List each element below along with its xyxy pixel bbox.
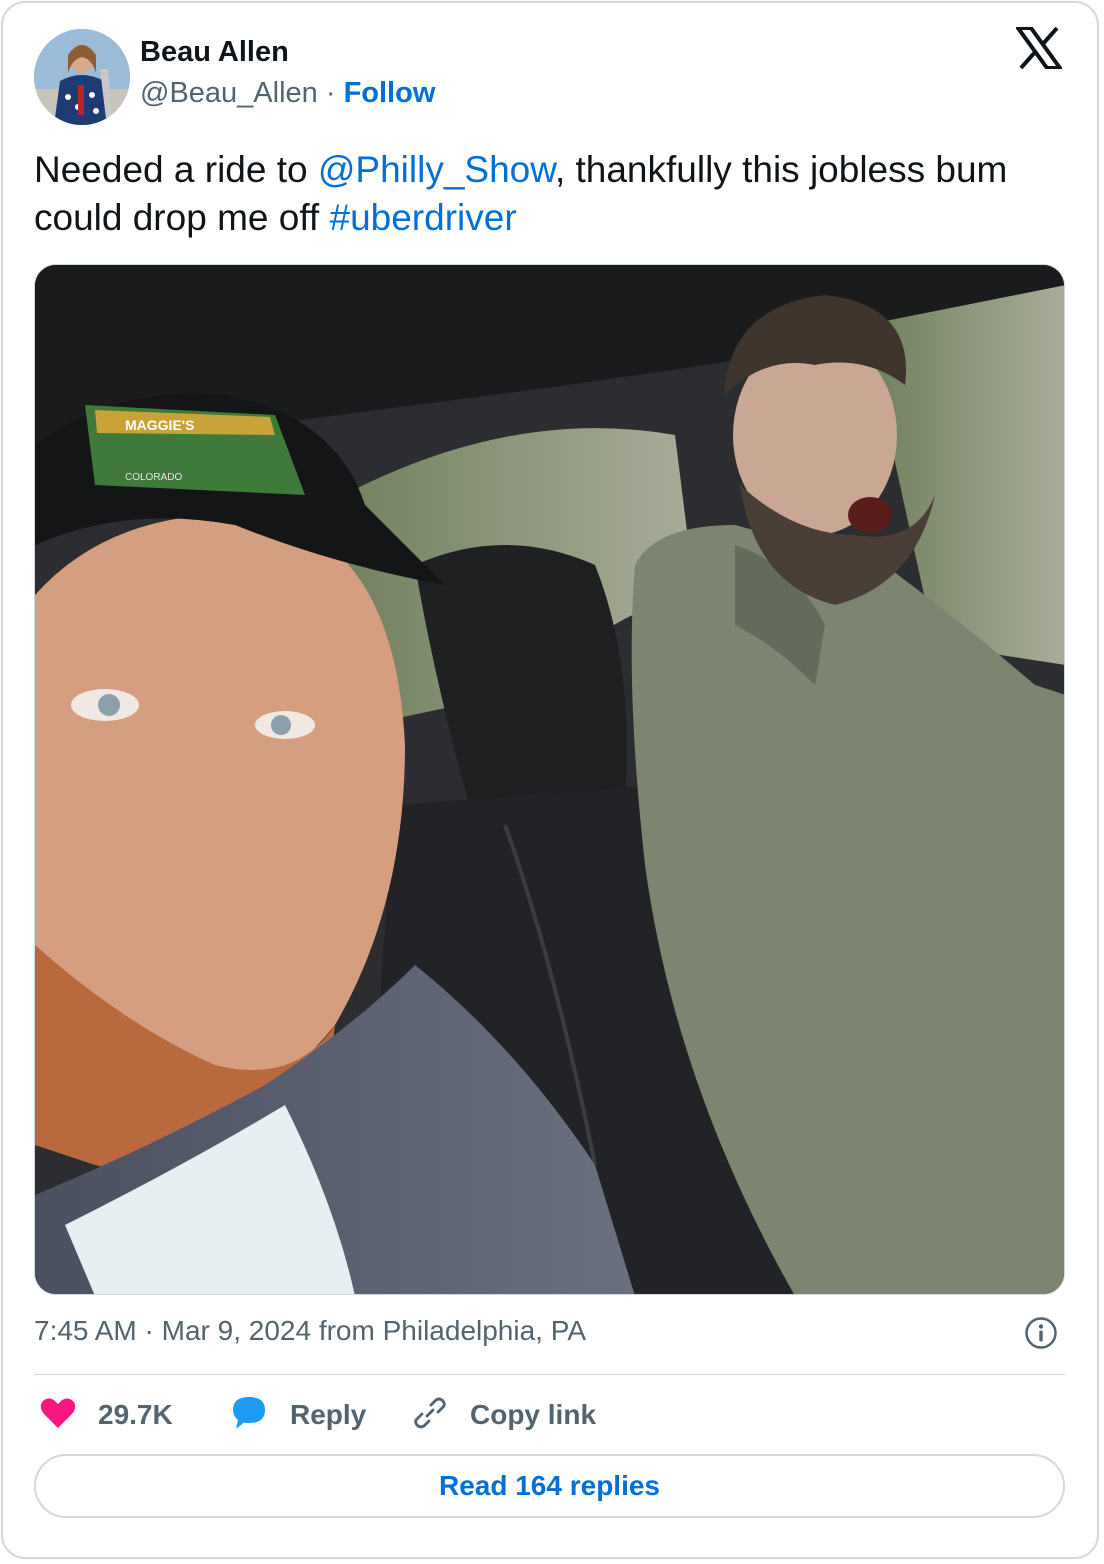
follow-button[interactable]: Follow — [344, 77, 436, 109]
tweet-text-part1: Needed a ride to — [34, 149, 318, 190]
copy-link-label: Copy link — [470, 1399, 597, 1430]
info-icon[interactable] — [1024, 1316, 1058, 1350]
tweet-photo[interactable]: MAGGIE'S COLORADO — [34, 264, 1065, 1295]
read-replies-button[interactable]: Read 164 replies — [34, 1454, 1065, 1518]
tweet-date[interactable]: Mar 9, 2024 — [162, 1315, 311, 1346]
tweet-location: from Philadelphia, PA — [311, 1315, 587, 1346]
mention-link[interactable]: @Philly_Show — [318, 149, 555, 190]
reply-label: Reply — [290, 1399, 367, 1430]
speech-bubble-icon — [230, 1395, 268, 1436]
action-bar: 29.7K Reply Copy link — [34, 1392, 1065, 1438]
copy-link-button[interactable]: Copy link — [412, 1392, 596, 1438]
heart-icon — [40, 1397, 76, 1434]
author-handle-row: @Beau_Allen · Follow — [140, 77, 435, 110]
author-handle[interactable]: @Beau_Allen — [140, 77, 318, 109]
tweet-meta: 7:45 AM · Mar 9, 2024 from Philadelphia,… — [34, 1315, 586, 1347]
hat-patch-text: MAGGIE'S — [125, 417, 194, 433]
tweet-time[interactable]: 7:45 AM — [34, 1315, 137, 1346]
meta-separator: · — [136, 1315, 162, 1346]
like-count: 29.7K — [98, 1399, 173, 1430]
avatar[interactable] — [34, 29, 130, 125]
x-logo-icon[interactable] — [1014, 26, 1064, 70]
divider — [34, 1374, 1065, 1375]
hat-patch-subtext: COLORADO — [125, 472, 182, 483]
like-button[interactable]: 29.7K — [40, 1392, 173, 1438]
reply-button[interactable]: Reply — [230, 1392, 366, 1438]
author-display-name[interactable]: Beau Allen — [140, 36, 289, 69]
tweet-text: Needed a ride to @Philly_Show, thankfull… — [34, 146, 1074, 242]
hashtag-link[interactable]: #uberdriver — [330, 197, 517, 238]
link-icon — [412, 1395, 448, 1436]
handle-separator: · — [317, 77, 344, 109]
